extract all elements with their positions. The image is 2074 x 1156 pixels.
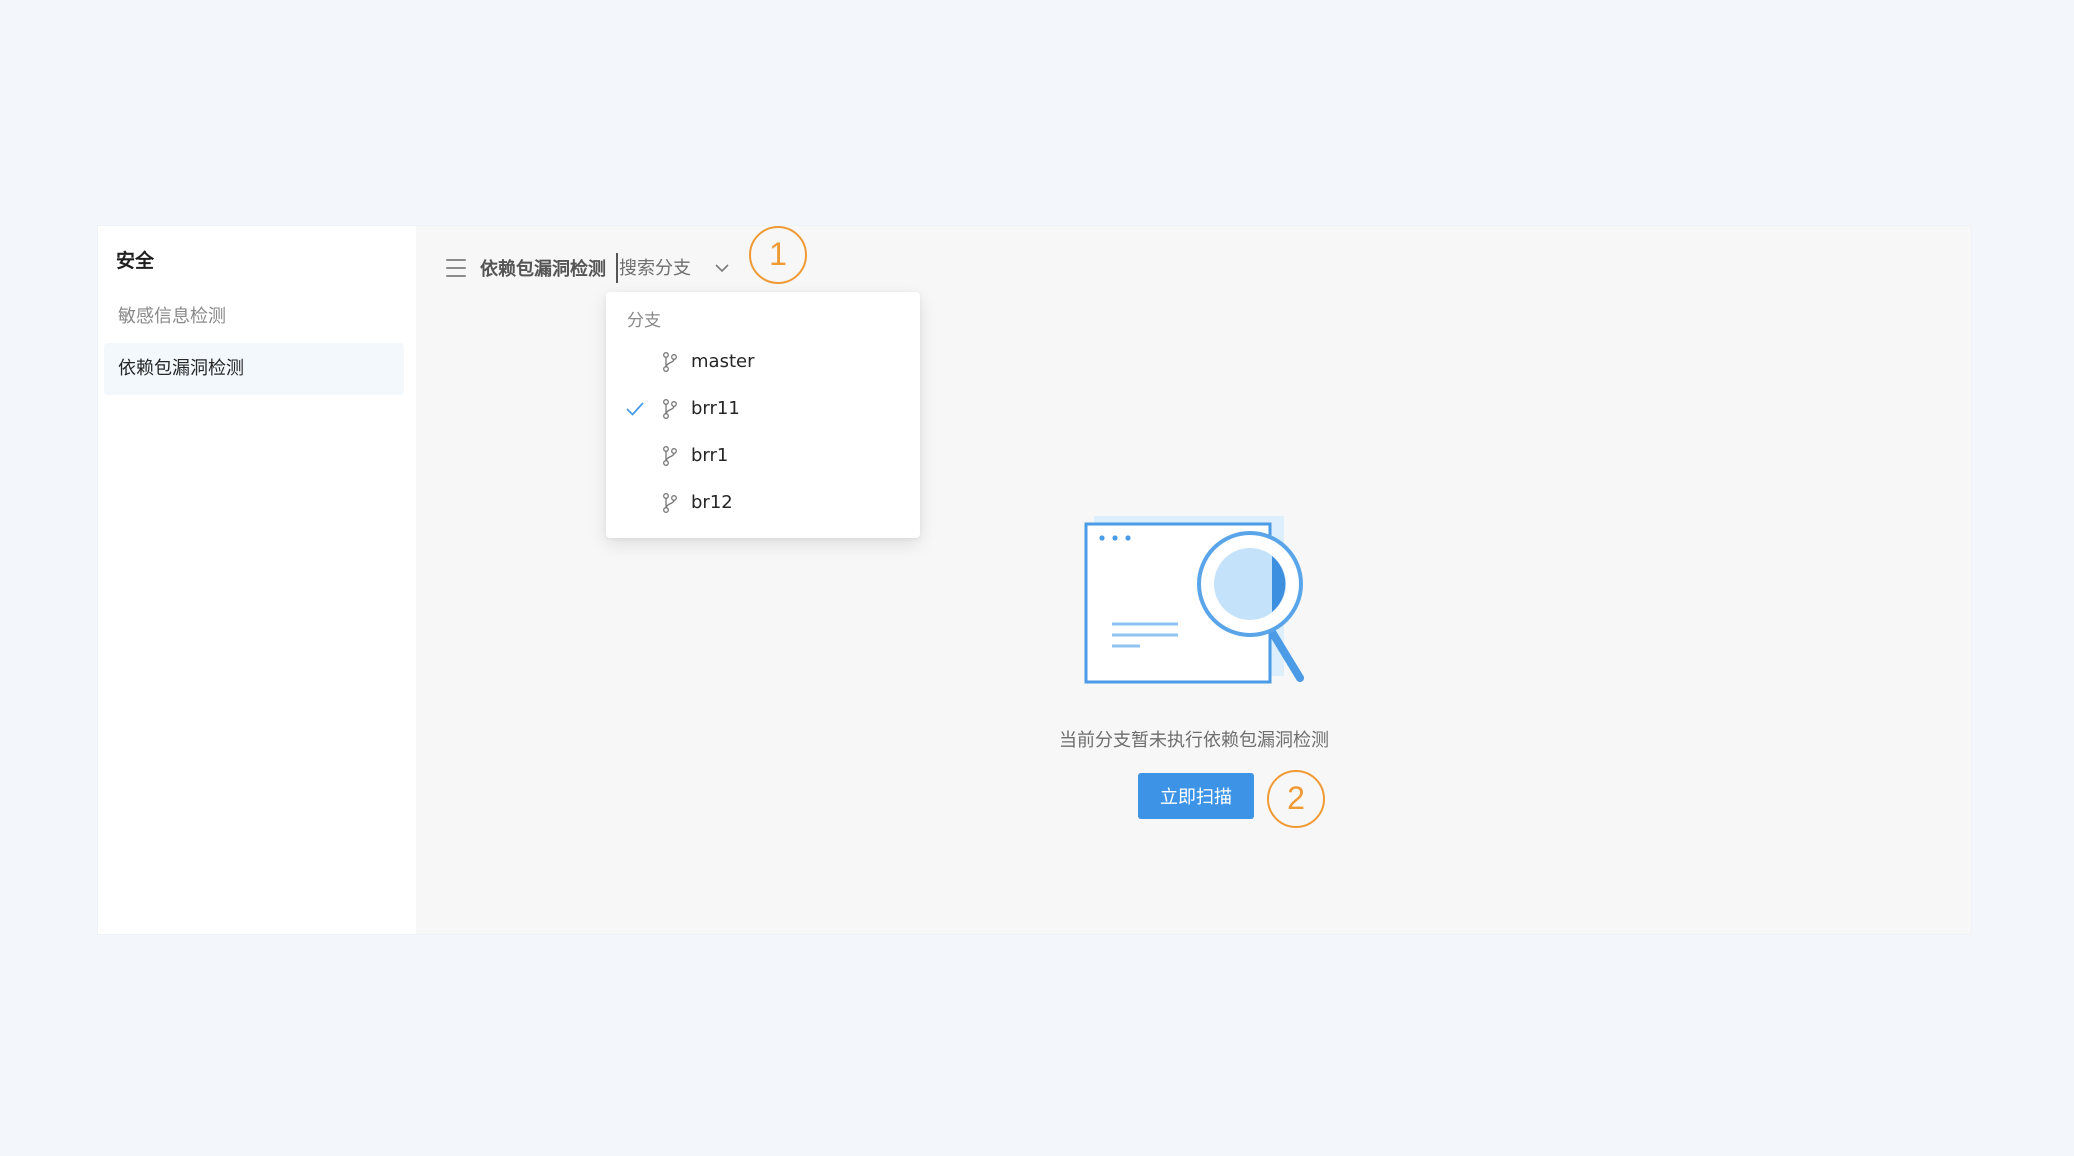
sidebar: 安全 敏感信息检测 依赖包漏洞检测 <box>98 226 416 934</box>
sidebar-title: 安全 <box>116 250 155 272</box>
main-panel: 依赖包漏洞检测 1 分支 master <box>416 226 1971 934</box>
sidebar-item-dependency-vuln[interactable]: 依赖包漏洞检测 <box>104 343 404 395</box>
annotation-marker-2: 2 <box>1267 770 1325 828</box>
empty-state: 当前分支暂未执行依赖包漏洞检测 立即扫描 2 <box>416 226 1971 934</box>
empty-state-message: 当前分支暂未执行依赖包漏洞检测 <box>1059 730 1329 751</box>
sidebar-item-sensitive-info[interactable]: 敏感信息检测 <box>104 291 404 343</box>
search-document-illustration <box>1084 516 1304 684</box>
app-window: 安全 敏感信息检测 依赖包漏洞检测 依赖包漏洞检测 1 分支 <box>98 226 1971 934</box>
sidebar-list: 敏感信息检测 依赖包漏洞检测 <box>104 291 404 395</box>
scan-now-button[interactable]: 立即扫描 <box>1138 773 1254 819</box>
